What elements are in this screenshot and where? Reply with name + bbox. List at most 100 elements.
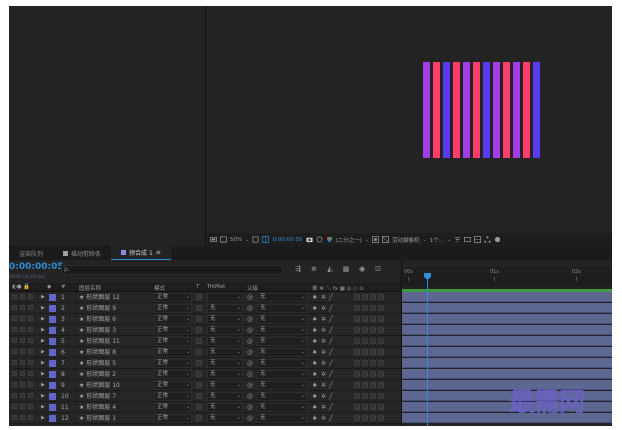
- preserve-transparency-toggle[interactable]: [196, 415, 202, 421]
- adjustment-switch[interactable]: [370, 316, 376, 322]
- layer-name[interactable]: ★ 形状图层 3: [79, 326, 116, 335]
- resolution-dropdown[interactable]: (二分之一): [336, 236, 362, 244]
- preserve-transparency-toggle[interactable]: [196, 404, 202, 410]
- layer-row[interactable]: ▶ 5 ★ 形状图层 11 正常 ⌄ 无 ⌄ @ 无 ⌄ ♠ ✲ ╱: [9, 336, 401, 347]
- tab-precomp-1[interactable]: 预合成 1 ≡: [111, 246, 171, 260]
- chevron-down-icon[interactable]: ⌄: [245, 237, 249, 243]
- solo-toggle[interactable]: [28, 415, 33, 420]
- preserve-transparency-toggle[interactable]: [196, 294, 202, 300]
- grid-icon[interactable]: [262, 236, 270, 243]
- fast-preview-icon[interactable]: [464, 236, 472, 243]
- collapse-switch-icon[interactable]: ✲: [321, 370, 326, 379]
- parent-select[interactable]: 无 ⌄: [257, 348, 307, 357]
- quality-switch-icon[interactable]: ╱: [329, 326, 333, 335]
- adjustment-switch[interactable]: [370, 393, 376, 399]
- layer-duration-bar[interactable]: [402, 292, 612, 302]
- solo-toggle[interactable]: [28, 294, 33, 299]
- track-matte-select[interactable]: ⌄: [207, 293, 243, 302]
- layer-row[interactable]: ▶ 12 ★ 形状图层 1 正常 ⌄ 无 ⌄ @ 无 ⌄ ♠ ✲ ╱: [9, 413, 401, 424]
- expand-triangle-icon[interactable]: ▶: [41, 392, 45, 401]
- blend-mode-select[interactable]: 正常 ⌄: [154, 392, 192, 401]
- quality-switch-icon[interactable]: ╱: [329, 337, 333, 346]
- fx-switch[interactable]: [354, 360, 360, 366]
- parent-pickwhip-icon[interactable]: @: [247, 293, 253, 302]
- flowchart-icon[interactable]: [484, 236, 491, 243]
- parent-pickwhip-icon[interactable]: @: [247, 381, 253, 390]
- layer-duration-bar[interactable]: [402, 314, 612, 324]
- motion-blur-switch[interactable]: [362, 371, 368, 377]
- layer-duration-bar[interactable]: [402, 336, 612, 346]
- layer-name[interactable]: ★ 形状图层 11: [79, 337, 120, 346]
- solo-toggle[interactable]: [28, 316, 33, 321]
- layer-duration-bar[interactable]: [402, 347, 612, 357]
- camera-snapshot-icon[interactable]: [305, 236, 313, 243]
- fx-switch[interactable]: [354, 371, 360, 377]
- layer-row[interactable]: ▶ 7 ★ 形状图层 5 正常 ⌄ 无 ⌄ @ 无 ⌄ ♠ ✲ ╱: [9, 358, 401, 369]
- video-toggle[interactable]: [12, 393, 17, 398]
- audio-toggle[interactable]: [20, 338, 25, 343]
- audio-toggle[interactable]: [20, 415, 25, 420]
- shy-icon[interactable]: ◭: [326, 265, 334, 273]
- blend-mode-select[interactable]: 正常 ⌄: [154, 293, 192, 302]
- solo-toggle[interactable]: [28, 327, 33, 332]
- shy-switch-icon[interactable]: ♠: [312, 348, 317, 357]
- parent-pickwhip-icon[interactable]: @: [247, 315, 253, 324]
- fx-switch[interactable]: [354, 327, 360, 333]
- col-mode[interactable]: 模式: [154, 284, 165, 292]
- project-panel[interactable]: [9, 6, 206, 246]
- shy-switch-icon[interactable]: ♠: [312, 315, 317, 324]
- parent-pickwhip-icon[interactable]: @: [247, 403, 253, 412]
- video-toggle[interactable]: [12, 327, 17, 332]
- 3d-layer-switch[interactable]: [378, 404, 384, 410]
- reset-exposure-icon[interactable]: [494, 236, 501, 243]
- solo-toggle[interactable]: [28, 360, 33, 365]
- track-matte-select[interactable]: 无 ⌄: [207, 381, 243, 390]
- label-color[interactable]: [49, 371, 56, 378]
- solo-toggle[interactable]: [28, 404, 33, 409]
- blend-mode-select[interactable]: 正常 ⌄: [154, 304, 192, 313]
- draft-3d-icon[interactable]: ⊕: [310, 265, 318, 273]
- parent-pickwhip-icon[interactable]: @: [247, 337, 253, 346]
- audio-toggle[interactable]: [20, 371, 25, 376]
- track-matte-select[interactable]: 无 ⌄: [207, 304, 243, 313]
- layer-row[interactable]: ▶ 10 ★ 形状图层 7 正常 ⌄ 无 ⌄ @ 无 ⌄ ♠ ✲ ╱: [9, 391, 401, 402]
- collapse-switch-icon[interactable]: ✲: [321, 403, 326, 412]
- blend-mode-select[interactable]: 正常 ⌄: [154, 381, 192, 390]
- audio-toggle[interactable]: [20, 360, 25, 365]
- tab-menu-icon[interactable]: ≡: [156, 249, 161, 256]
- blend-mode-select[interactable]: 正常 ⌄: [154, 359, 192, 368]
- graph-editor-icon[interactable]: ⊡: [374, 265, 382, 273]
- blend-mode-select[interactable]: 正常 ⌄: [154, 337, 192, 346]
- expand-triangle-icon[interactable]: ▶: [41, 403, 45, 412]
- expand-triangle-icon[interactable]: ▶: [41, 293, 45, 302]
- col-trkmat[interactable]: TrkMat: [207, 284, 225, 290]
- layer-row[interactable]: ▶ 9 ★ 形状图层 10 正常 ⌄ 无 ⌄ @ 无 ⌄ ♠ ✲ ╱: [9, 380, 401, 391]
- preserve-transparency-toggle[interactable]: [196, 371, 202, 377]
- fx-switch[interactable]: [354, 338, 360, 344]
- solo-toggle[interactable]: [28, 305, 33, 310]
- label-color[interactable]: [49, 327, 56, 334]
- pixel-aspect-icon[interactable]: [454, 236, 461, 243]
- solo-toggle[interactable]: [28, 349, 33, 354]
- shy-switch-icon[interactable]: ♠: [312, 293, 317, 302]
- parent-select[interactable]: 无 ⌄: [257, 414, 307, 423]
- collapse-switch-icon[interactable]: ✲: [321, 381, 326, 390]
- fx-switch[interactable]: [354, 382, 360, 388]
- expand-triangle-icon[interactable]: ▶: [41, 348, 45, 357]
- quality-switch-icon[interactable]: ╱: [329, 403, 333, 412]
- audio-toggle[interactable]: [20, 393, 25, 398]
- track-matte-select[interactable]: 无 ⌄: [207, 392, 243, 401]
- tab-render-queue[interactable]: 渲染队列: [9, 246, 53, 260]
- expand-triangle-icon[interactable]: ▶: [41, 337, 45, 346]
- shy-switch-icon[interactable]: ♠: [312, 370, 317, 379]
- adjustment-switch[interactable]: [370, 305, 376, 311]
- preserve-transparency-toggle[interactable]: [196, 382, 202, 388]
- viewer-timecode[interactable]: 0:00:00:05: [272, 237, 302, 243]
- audio-toggle[interactable]: [20, 316, 25, 321]
- adjustment-switch[interactable]: [370, 338, 376, 344]
- layer-duration-bar[interactable]: [402, 369, 612, 379]
- fx-switch[interactable]: [354, 393, 360, 399]
- label-color[interactable]: [49, 393, 56, 400]
- solo-toggle[interactable]: [28, 338, 33, 343]
- label-color[interactable]: [49, 415, 56, 422]
